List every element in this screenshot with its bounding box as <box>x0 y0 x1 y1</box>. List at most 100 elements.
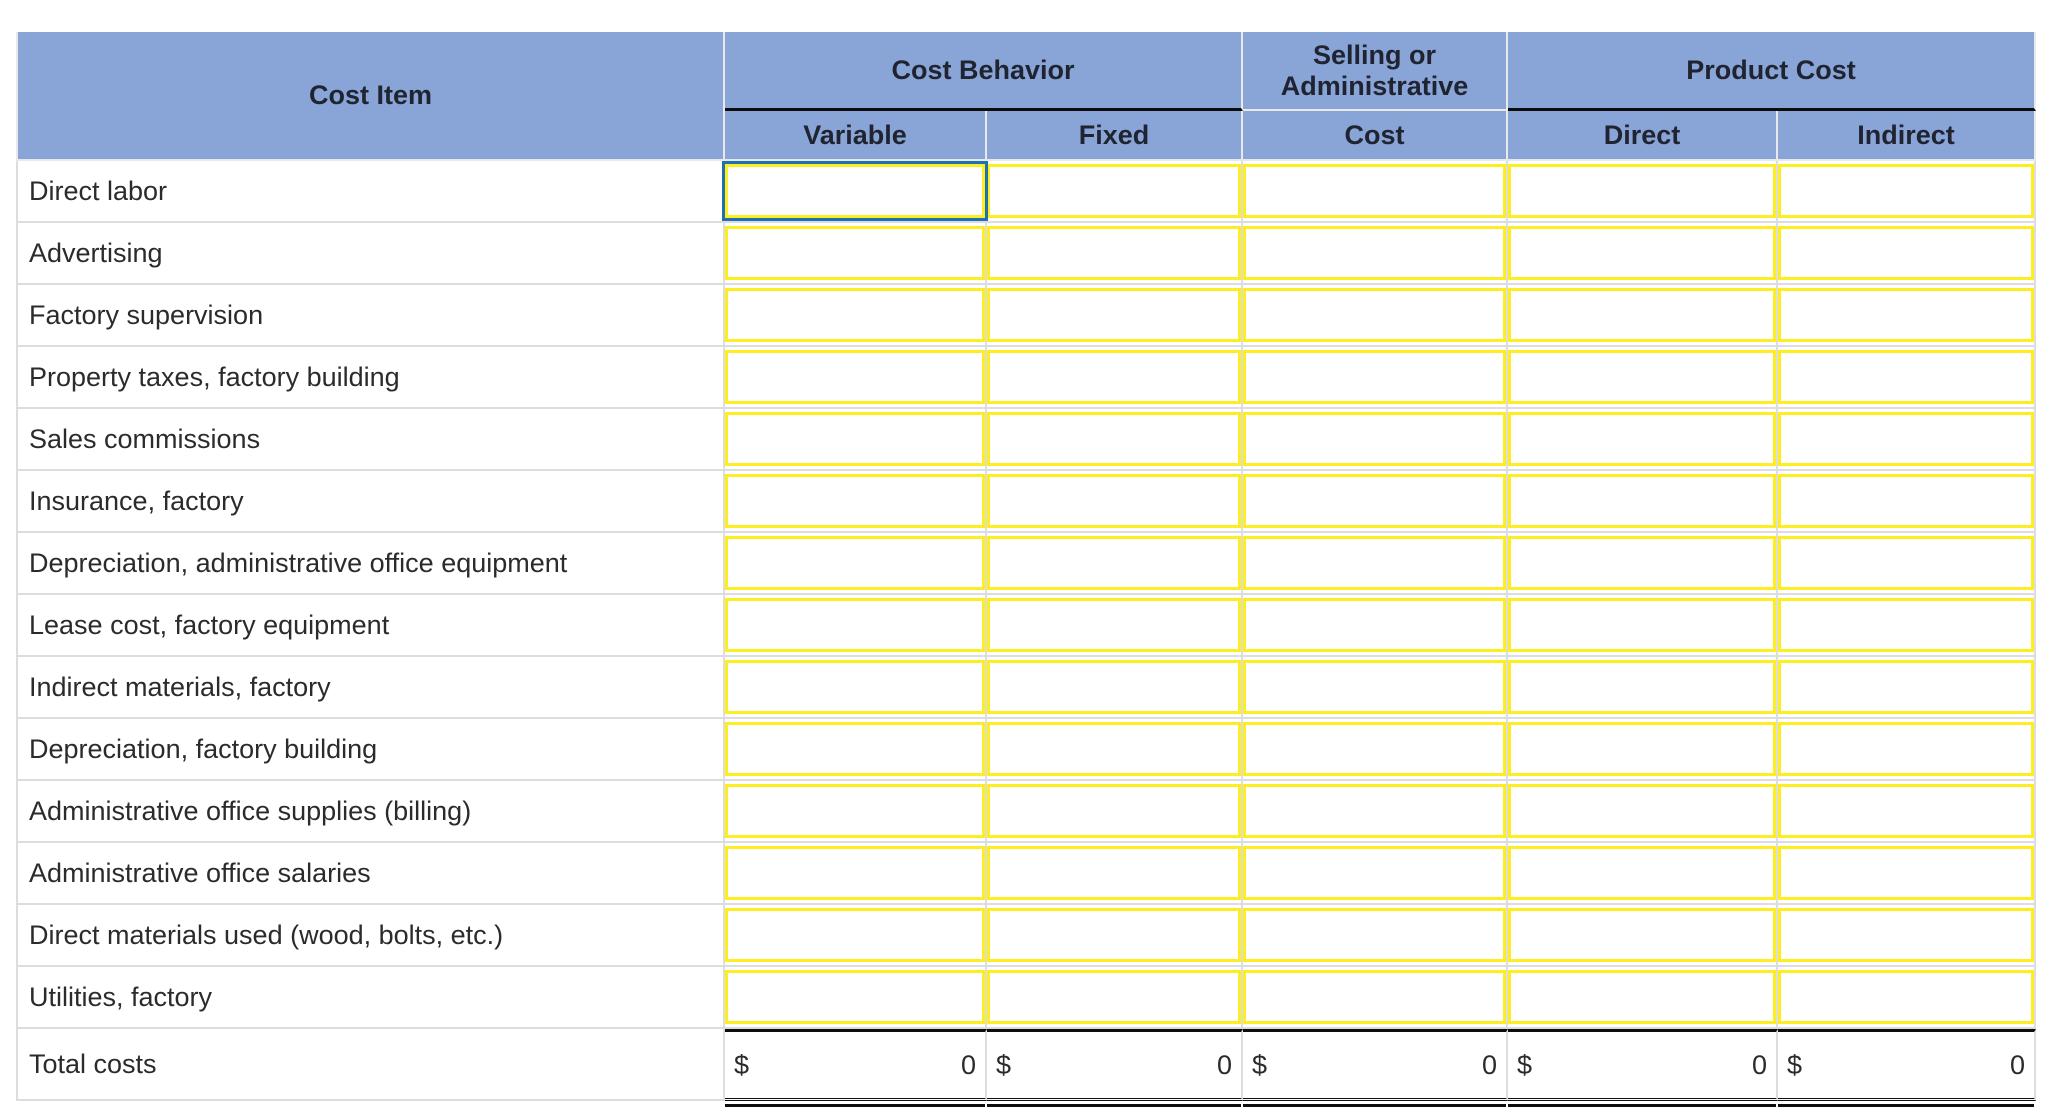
input-cell[interactable] <box>1243 722 1507 776</box>
input-cell[interactable] <box>987 908 1242 962</box>
input-cell[interactable] <box>987 288 1242 342</box>
input-cell[interactable] <box>1508 474 1777 528</box>
cell-fixed[interactable] <box>987 781 1244 843</box>
cell-indirect[interactable] <box>1778 781 2037 843</box>
input-cell[interactable] <box>1243 660 1507 714</box>
input-cell[interactable] <box>1778 412 2035 466</box>
input-cell[interactable] <box>725 350 985 404</box>
input-cell[interactable] <box>1243 970 1507 1024</box>
cell-indirect[interactable] <box>1778 409 2037 471</box>
input-cell[interactable] <box>987 536 1242 590</box>
cell-fixed[interactable] <box>987 409 1244 471</box>
input-cell[interactable] <box>725 288 985 342</box>
cell-direct[interactable] <box>1508 223 1779 285</box>
cell-indirect[interactable] <box>1778 657 2037 719</box>
input-cell[interactable] <box>987 350 1242 404</box>
cell-indirect[interactable] <box>1778 223 2037 285</box>
cell-indirect[interactable] <box>1778 285 2037 347</box>
input-cell[interactable] <box>987 474 1242 528</box>
cell-direct[interactable] <box>1508 843 1779 905</box>
cell-variable[interactable] <box>725 347 987 409</box>
input-cell[interactable] <box>1778 660 2035 714</box>
input-cell[interactable] <box>1243 474 1507 528</box>
cell-cost[interactable] <box>1243 409 1509 471</box>
input-cell[interactable] <box>1243 288 1507 342</box>
cell-cost[interactable] <box>1243 347 1509 409</box>
cell-variable[interactable] <box>725 719 987 781</box>
input-cell[interactable] <box>725 474 985 528</box>
cell-direct[interactable] <box>1508 781 1779 843</box>
cell-direct[interactable] <box>1508 161 1779 223</box>
cell-indirect[interactable] <box>1778 161 2037 223</box>
input-cell[interactable] <box>1243 226 1507 280</box>
input-cell[interactable] <box>1508 226 1777 280</box>
input-cell[interactable] <box>987 412 1242 466</box>
input-cell[interactable] <box>725 226 985 280</box>
cell-cost[interactable] <box>1243 161 1509 223</box>
input-cell[interactable] <box>1508 660 1777 714</box>
input-cell[interactable] <box>1508 970 1777 1024</box>
cell-indirect[interactable] <box>1778 905 2037 967</box>
cell-cost[interactable] <box>1243 285 1509 347</box>
input-cell[interactable] <box>725 970 985 1024</box>
cell-cost[interactable] <box>1243 905 1509 967</box>
cell-variable[interactable] <box>725 409 987 471</box>
input-cell[interactable] <box>1778 536 2035 590</box>
input-cell[interactable] <box>1243 846 1507 900</box>
input-cell[interactable] <box>1778 350 2035 404</box>
cell-fixed[interactable] <box>987 719 1244 781</box>
input-cell[interactable] <box>1508 350 1777 404</box>
input-cell[interactable] <box>1778 784 2035 838</box>
cell-direct[interactable] <box>1508 595 1779 657</box>
input-cell[interactable] <box>1508 288 1777 342</box>
cell-variable[interactable] <box>725 595 987 657</box>
input-cell[interactable] <box>1243 164 1507 218</box>
cell-indirect[interactable] <box>1778 347 2037 409</box>
cell-cost[interactable] <box>1243 471 1509 533</box>
cell-cost[interactable] <box>1243 967 1509 1029</box>
cell-variable[interactable] <box>725 223 987 285</box>
cell-cost[interactable] <box>1243 719 1509 781</box>
input-cell[interactable] <box>1243 908 1507 962</box>
input-cell[interactable] <box>987 598 1242 652</box>
input-cell[interactable] <box>1778 288 2035 342</box>
input-cell[interactable] <box>1243 784 1507 838</box>
input-cell[interactable] <box>725 536 985 590</box>
cell-direct[interactable] <box>1508 471 1779 533</box>
cell-variable[interactable] <box>725 533 987 595</box>
cell-variable[interactable] <box>725 285 987 347</box>
cell-fixed[interactable] <box>987 347 1244 409</box>
cell-direct[interactable] <box>1508 905 1779 967</box>
input-cell[interactable] <box>1508 784 1777 838</box>
cell-fixed[interactable] <box>987 161 1244 223</box>
input-cell[interactable] <box>987 722 1242 776</box>
input-cell[interactable] <box>725 598 985 652</box>
cell-variable[interactable] <box>725 843 987 905</box>
input-cell[interactable] <box>1778 226 2035 280</box>
cell-indirect[interactable] <box>1778 719 2037 781</box>
input-cell[interactable] <box>725 660 985 714</box>
input-cell[interactable] <box>987 226 1242 280</box>
input-cell[interactable] <box>1508 722 1777 776</box>
input-cell[interactable] <box>1778 846 2035 900</box>
cell-cost[interactable] <box>1243 595 1509 657</box>
cell-cost[interactable] <box>1243 781 1509 843</box>
cell-fixed[interactable] <box>987 843 1244 905</box>
input-cell[interactable] <box>1243 350 1507 404</box>
input-cell[interactable] <box>725 908 985 962</box>
input-cell[interactable] <box>1508 846 1777 900</box>
cell-fixed[interactable] <box>987 595 1244 657</box>
cell-cost[interactable] <box>1243 533 1509 595</box>
cell-variable[interactable] <box>722 161 988 223</box>
cell-direct[interactable] <box>1508 409 1779 471</box>
input-cell[interactable] <box>1508 598 1777 652</box>
input-cell[interactable] <box>987 164 1242 218</box>
input-cell[interactable] <box>987 970 1242 1024</box>
cell-variable[interactable] <box>725 657 987 719</box>
input-cell[interactable] <box>1508 536 1777 590</box>
cell-fixed[interactable] <box>987 471 1244 533</box>
cell-direct[interactable] <box>1508 719 1779 781</box>
cell-direct[interactable] <box>1508 967 1779 1029</box>
cell-variable[interactable] <box>725 471 987 533</box>
input-cell[interactable] <box>1508 164 1777 218</box>
